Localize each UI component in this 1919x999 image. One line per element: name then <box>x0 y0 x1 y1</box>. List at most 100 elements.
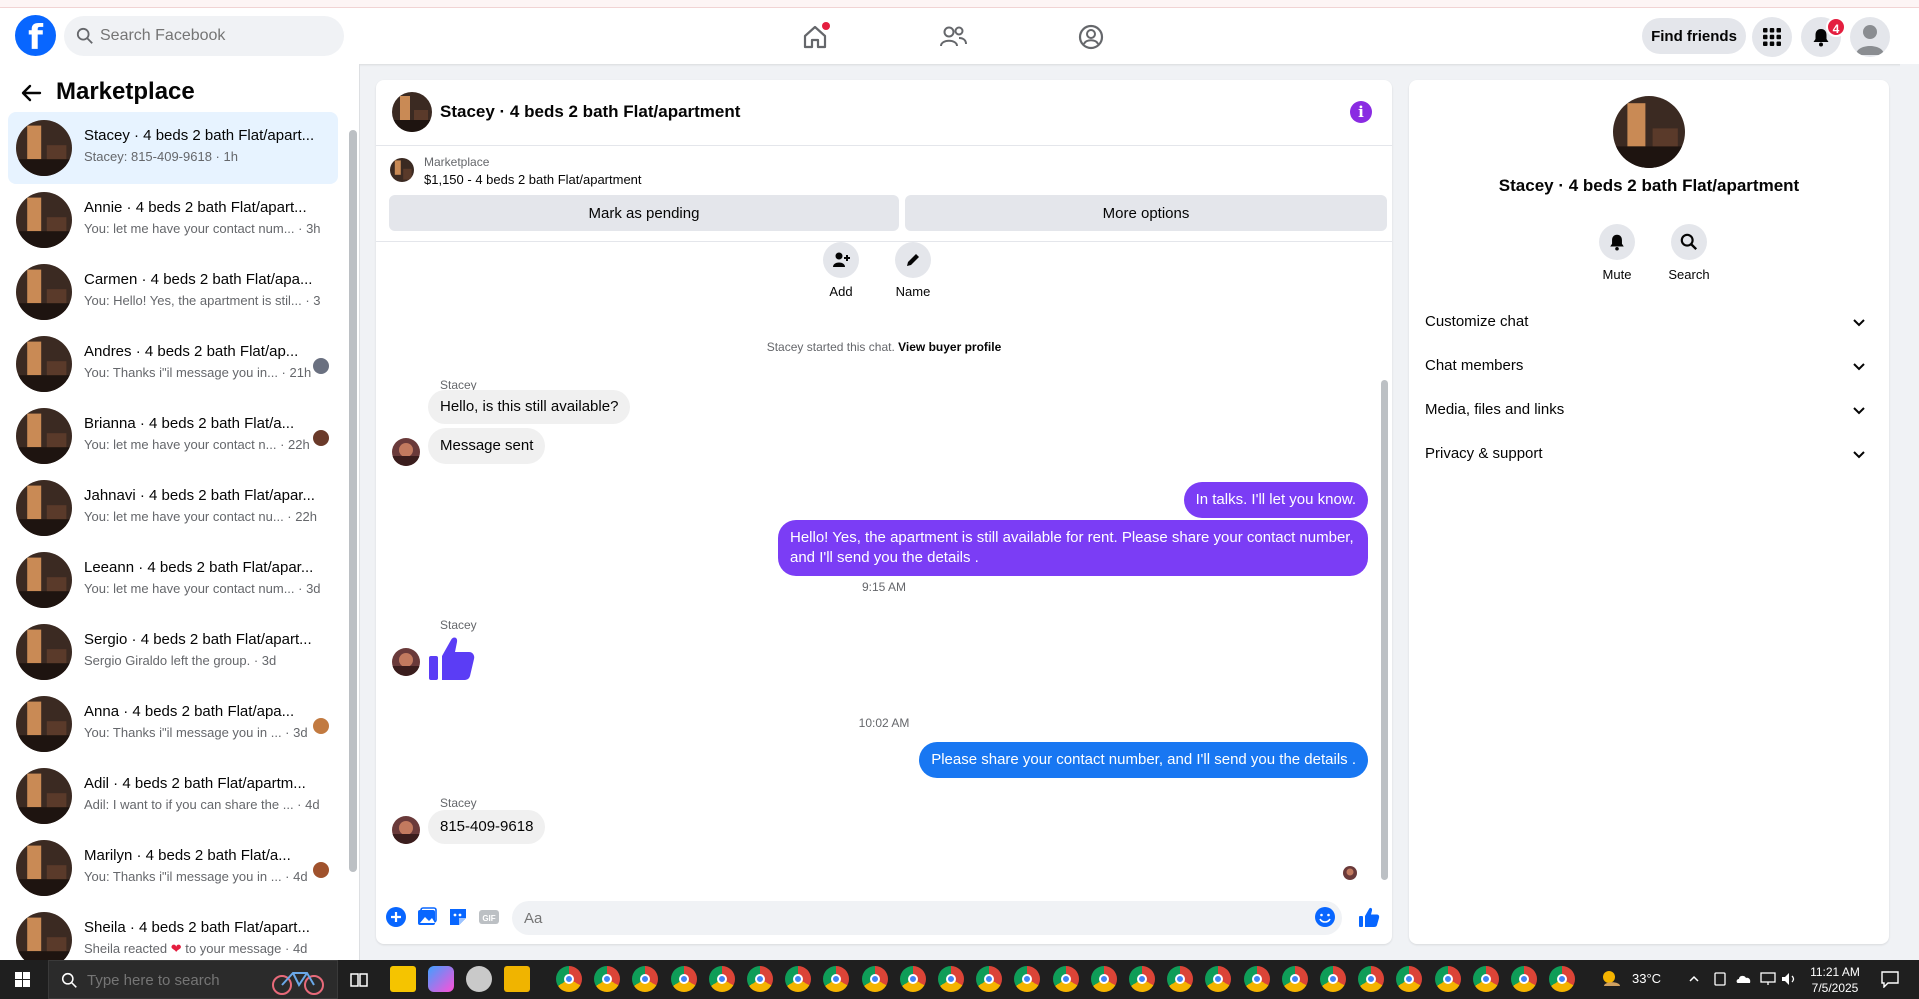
chrome-window-icon[interactable] <box>1205 966 1232 992</box>
conversation-item[interactable]: Brianna · 4 beds 2 bath Flat/a... You: le… <box>8 400 338 472</box>
chrome-window-icon[interactable] <box>1320 966 1346 992</box>
outgoing-message[interactable]: Please share your contact number, and I'… <box>919 742 1368 778</box>
outgoing-message[interactable]: In talks. I'll let you know. <box>1183 482 1368 518</box>
message-input[interactable] <box>512 901 1342 935</box>
notification-center-icon[interactable] <box>1880 970 1900 988</box>
home-icon[interactable] <box>800 22 830 52</box>
name-chat-action[interactable]: Name <box>883 242 943 299</box>
sidebar-scrollbar[interactable] <box>349 130 357 872</box>
chrome-window-icon[interactable] <box>899 966 926 992</box>
gif-icon[interactable]: GIF <box>478 906 500 928</box>
back-arrow-icon[interactable] <box>20 82 42 104</box>
chrome-window-icon[interactable] <box>594 966 621 992</box>
chrome-window-icon[interactable] <box>556 966 582 992</box>
like-send-icon[interactable] <box>1358 906 1380 928</box>
taskbar-search-input[interactable] <box>87 969 257 991</box>
conversation-item[interactable]: Stacey · 4 beds 2 bath Flat/apart... Stac… <box>8 112 338 184</box>
view-buyer-profile-link[interactable]: View buyer profile <box>898 340 1001 354</box>
conversation-item[interactable]: Jahnavi · 4 beds 2 bath Flat/apar... You:… <box>8 472 338 544</box>
sender-avatar[interactable] <box>392 438 420 466</box>
incoming-message[interactable]: Message sent <box>428 428 546 464</box>
conversation-item[interactable]: Carmen · 4 beds 2 bath Flat/apa... You: H… <box>8 256 338 328</box>
task-view-icon[interactable] <box>350 971 368 989</box>
section-chat-members[interactable]: Chat members <box>1417 346 1881 386</box>
chrome-window-icon[interactable] <box>1358 966 1385 992</box>
listing-large-thumbnail[interactable] <box>1613 96 1685 168</box>
section-privacy-support[interactable]: Privacy & support <box>1417 434 1881 474</box>
chrome-window-icon[interactable] <box>938 966 964 992</box>
chevron-up-icon[interactable] <box>1688 973 1700 985</box>
chrome-window-icon[interactable] <box>708 966 735 992</box>
mute-action[interactable]: Mute <box>1587 224 1647 282</box>
app-icon[interactable] <box>466 966 492 992</box>
device-icon[interactable] <box>1712 971 1728 987</box>
info-icon[interactable]: i <box>1350 101 1372 123</box>
conversation-item[interactable]: Annie · 4 beds 2 bath Flat/apart... You: … <box>8 184 338 256</box>
chrome-window-icon[interactable] <box>1472 966 1499 992</box>
sticker-icon[interactable] <box>447 906 469 928</box>
chrome-window-icon[interactable] <box>1052 966 1079 992</box>
conversation-item[interactable]: Andres · 4 beds 2 bath Flat/ap... You: Th… <box>8 328 338 400</box>
weather-temperature[interactable]: 33°C <box>1632 971 1661 986</box>
add-people-action[interactable]: Add <box>811 242 871 299</box>
chat-scrollbar[interactable] <box>1381 380 1388 880</box>
profile-avatar[interactable] <box>1850 17 1890 57</box>
chrome-window-icon[interactable] <box>1129 966 1155 992</box>
search-box[interactable] <box>64 16 344 56</box>
section-customize-chat[interactable]: Customize chat <box>1417 302 1881 342</box>
chrome-window-icon[interactable] <box>785 966 812 992</box>
chrome-window-icon[interactable] <box>976 966 1003 992</box>
weather-icon[interactable] <box>1600 968 1624 990</box>
listing-price[interactable]: $1,150 - 4 beds 2 bath Flat/apartment <box>424 172 642 187</box>
conversation-item[interactable]: Sheila · 4 beds 2 bath Flat/apart... Shei… <box>8 904 338 960</box>
chrome-window-icon[interactable] <box>1281 966 1308 992</box>
plus-circle-icon[interactable] <box>385 906 407 928</box>
copilot-icon[interactable] <box>428 966 454 992</box>
clock[interactable]: 11:21 AM 7/5/2025 <box>1795 964 1875 996</box>
emoji-icon[interactable] <box>1314 906 1336 928</box>
conversation-item[interactable]: Leeann · 4 beds 2 bath Flat/apar... You: … <box>8 544 338 616</box>
conversation-item[interactable]: Sergio · 4 beds 2 bath Flat/apart... Serg… <box>8 616 338 688</box>
outgoing-message[interactable]: Hello! Yes, the apartment is still avail… <box>778 520 1368 576</box>
incoming-message[interactable]: Hello, is this still available? <box>428 390 631 424</box>
chrome-window-icon[interactable] <box>861 966 888 992</box>
windows-start-icon[interactable] <box>0 960 46 999</box>
search-input[interactable] <box>100 16 330 56</box>
chat-title[interactable]: Stacey · 4 beds 2 bath Flat/apartment <box>440 102 740 122</box>
onedrive-icon[interactable] <box>1735 971 1753 987</box>
sender-avatar[interactable] <box>392 648 420 676</box>
search-in-chat-action[interactable]: Search <box>1659 224 1719 282</box>
groups-icon[interactable] <box>1076 22 1106 52</box>
mark-as-pending-button[interactable]: Mark as pending <box>389 195 899 231</box>
sticky-notes-icon[interactable] <box>390 966 416 992</box>
find-friends-button[interactable]: Find friends <box>1642 18 1746 54</box>
chrome-window-icon[interactable] <box>1014 966 1041 992</box>
chrome-window-icon[interactable] <box>1434 966 1461 992</box>
chrome-window-icon[interactable] <box>632 966 659 992</box>
page-scrollbar[interactable] <box>1900 64 1919 960</box>
facebook-logo-icon[interactable]: f <box>15 15 56 56</box>
taskbar-search-box[interactable] <box>48 960 338 999</box>
chrome-window-icon[interactable] <box>1511 966 1537 992</box>
chrome-window-icon[interactable] <box>747 966 773 992</box>
conversation-item[interactable]: Marilyn · 4 beds 2 bath Flat/a... You: Th… <box>8 832 338 904</box>
chrome-window-icon[interactable] <box>1090 966 1117 992</box>
photo-icon[interactable] <box>416 906 438 928</box>
listing-thumbnail[interactable] <box>392 92 432 132</box>
friends-icon[interactable] <box>938 22 968 52</box>
conversation-item[interactable]: Anna · 4 beds 2 bath Flat/apa... You: Tha… <box>8 688 338 760</box>
conversation-item[interactable]: Adil · 4 beds 2 bath Flat/apartm... Adil:… <box>8 760 338 832</box>
incoming-message[interactable]: 815-409-9618 <box>428 810 546 844</box>
chrome-window-icon[interactable] <box>1243 966 1270 992</box>
file-explorer-icon[interactable] <box>504 966 530 992</box>
chrome-window-icon[interactable] <box>1396 966 1423 992</box>
chrome-window-icon[interactable] <box>1167 966 1194 992</box>
chrome-window-icon[interactable] <box>670 966 697 992</box>
sender-avatar[interactable] <box>392 816 420 844</box>
chrome-window-icon[interactable] <box>823 966 850 992</box>
menu-button[interactable] <box>1752 17 1792 57</box>
thumbs-up-icon[interactable] <box>427 632 477 682</box>
section-media-files-links[interactable]: Media, files and links <box>1417 390 1881 430</box>
network-icon[interactable] <box>1760 971 1778 987</box>
more-options-button[interactable]: More options <box>905 195 1387 231</box>
